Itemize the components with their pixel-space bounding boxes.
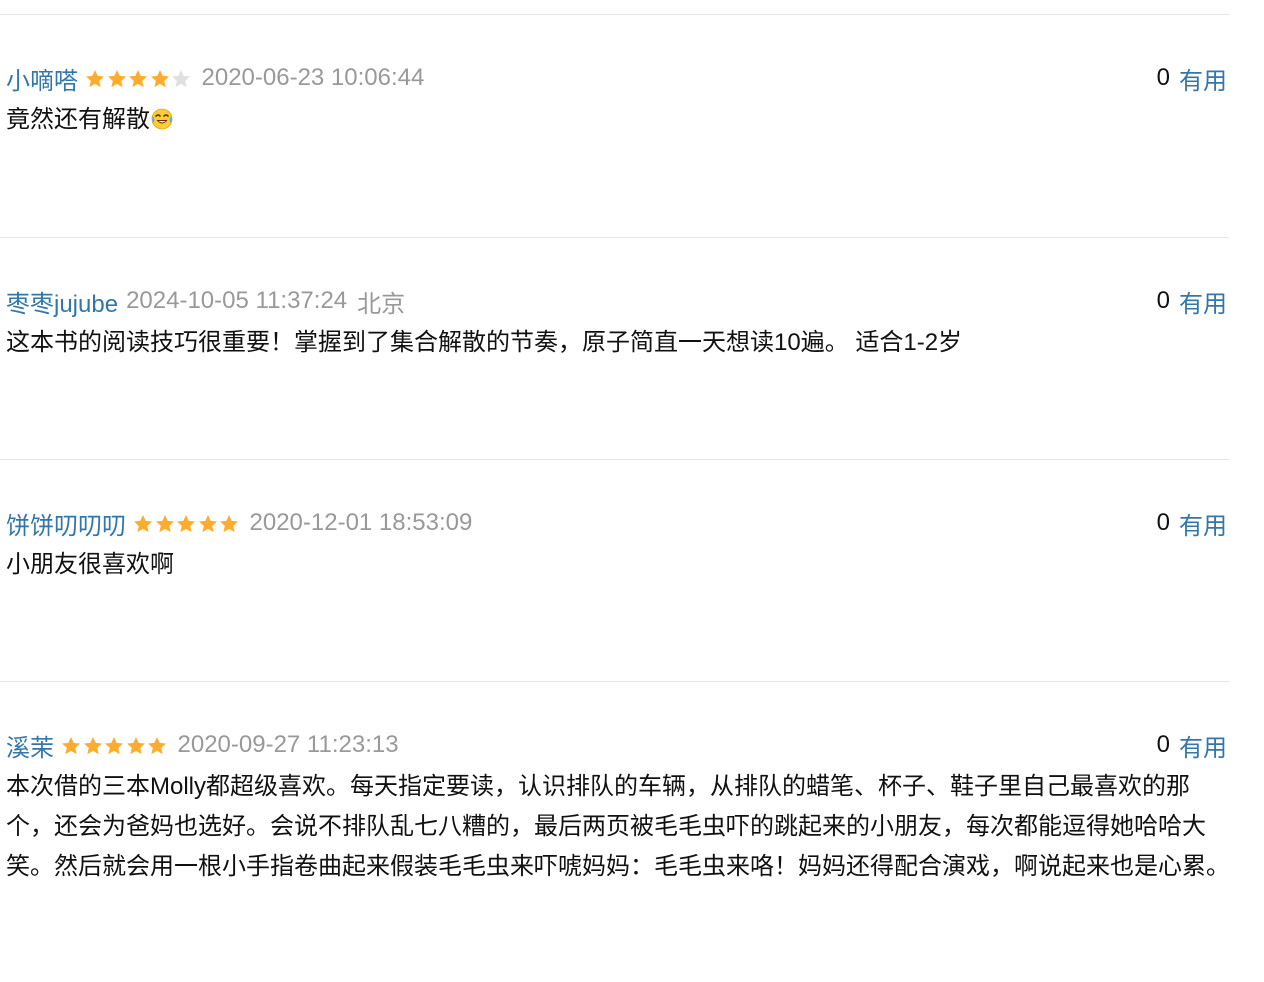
comment-header: 溪茉 2020-09-27 11:23:13 — [6, 728, 399, 763]
rating-stars — [60, 735, 168, 757]
star-filled-icon — [154, 513, 176, 535]
vote-count: 0 — [1156, 731, 1170, 758]
comment-content: 这本书的阅读技巧很重要！掌握到了集合解散的节奏，原子简直一天想读10遍。 适合1… — [6, 323, 1231, 363]
vote-area: 0 有用 — [1156, 728, 1227, 763]
divider — [0, 237, 1229, 238]
star-filled-icon — [84, 68, 106, 90]
comment-location: 北京 — [357, 290, 406, 318]
star-filled-icon — [103, 735, 125, 757]
star-filled-icon — [125, 735, 147, 757]
star-filled-icon — [132, 513, 154, 535]
comment-author-link[interactable]: 枣枣jujube — [6, 284, 118, 319]
vote-area: 0 有用 — [1156, 506, 1227, 541]
star-filled-icon — [127, 68, 149, 90]
star-empty-icon — [170, 68, 192, 90]
star-filled-icon — [197, 513, 219, 535]
comment-header: 饼饼叨叨叨 2020-12-01 18:53:09 — [6, 506, 473, 541]
comment-content: 竟然还有解散 — [6, 100, 1231, 140]
crying-laughing-emoji-icon — [150, 103, 174, 130]
comment-time: 2020-12-01 18:53:09 — [249, 509, 473, 536]
useful-vote-button[interactable]: 有用 — [1179, 728, 1227, 763]
comment-author-link[interactable]: 饼饼叨叨叨 — [6, 506, 126, 541]
star-filled-icon — [175, 513, 197, 535]
rating-stars — [132, 513, 240, 535]
useful-vote-button[interactable]: 有用 — [1179, 61, 1227, 96]
comment-text: 这本书的阅读技巧很重要！掌握到了集合解散的节奏，原子简直一天想读10遍。 适合1… — [6, 329, 963, 356]
comment-header: 枣枣jujube 2024-10-05 11:37:24 北京 — [6, 284, 406, 319]
vote-count: 0 — [1156, 287, 1170, 314]
comment-time: 2020-06-23 10:06:44 — [201, 64, 425, 91]
divider — [0, 459, 1229, 460]
divider — [0, 681, 1229, 682]
rating-stars — [84, 68, 192, 90]
comment-text: 竟然还有解散 — [6, 106, 150, 133]
vote-count: 0 — [1156, 64, 1170, 91]
useful-vote-button[interactable]: 有用 — [1179, 506, 1227, 541]
comment-time: 2024-10-05 11:37:24 — [126, 287, 348, 314]
comment-content: 小朋友很喜欢啊 — [6, 545, 1231, 585]
useful-vote-button[interactable]: 有用 — [1179, 284, 1227, 319]
comment-text: 本次借的三本Molly都超级喜欢。每天指定要读，认识排队的车辆，从排队的蜡笔、杯… — [6, 773, 1230, 880]
vote-count: 0 — [1156, 509, 1170, 536]
comment-time: 2020-09-27 11:23:13 — [177, 731, 399, 758]
vote-area: 0 有用 — [1156, 284, 1227, 319]
vote-area: 0 有用 — [1156, 61, 1227, 96]
star-filled-icon — [106, 68, 128, 90]
comment-author-link[interactable]: 小嘀嗒 — [6, 61, 78, 96]
star-filled-icon — [218, 513, 240, 535]
star-filled-icon — [149, 68, 171, 90]
star-filled-icon — [60, 735, 82, 757]
comment-text: 小朋友很喜欢啊 — [6, 551, 174, 578]
comment-content: 本次借的三本Molly都超级喜欢。每天指定要读，认识排队的车辆，从排队的蜡笔、杯… — [6, 767, 1231, 887]
divider — [0, 14, 1229, 15]
star-filled-icon — [146, 735, 168, 757]
comment-author-link[interactable]: 溪茉 — [6, 728, 54, 763]
comment-header: 小嘀嗒 2020-06-23 10:06:44 — [6, 61, 425, 96]
star-filled-icon — [82, 735, 104, 757]
